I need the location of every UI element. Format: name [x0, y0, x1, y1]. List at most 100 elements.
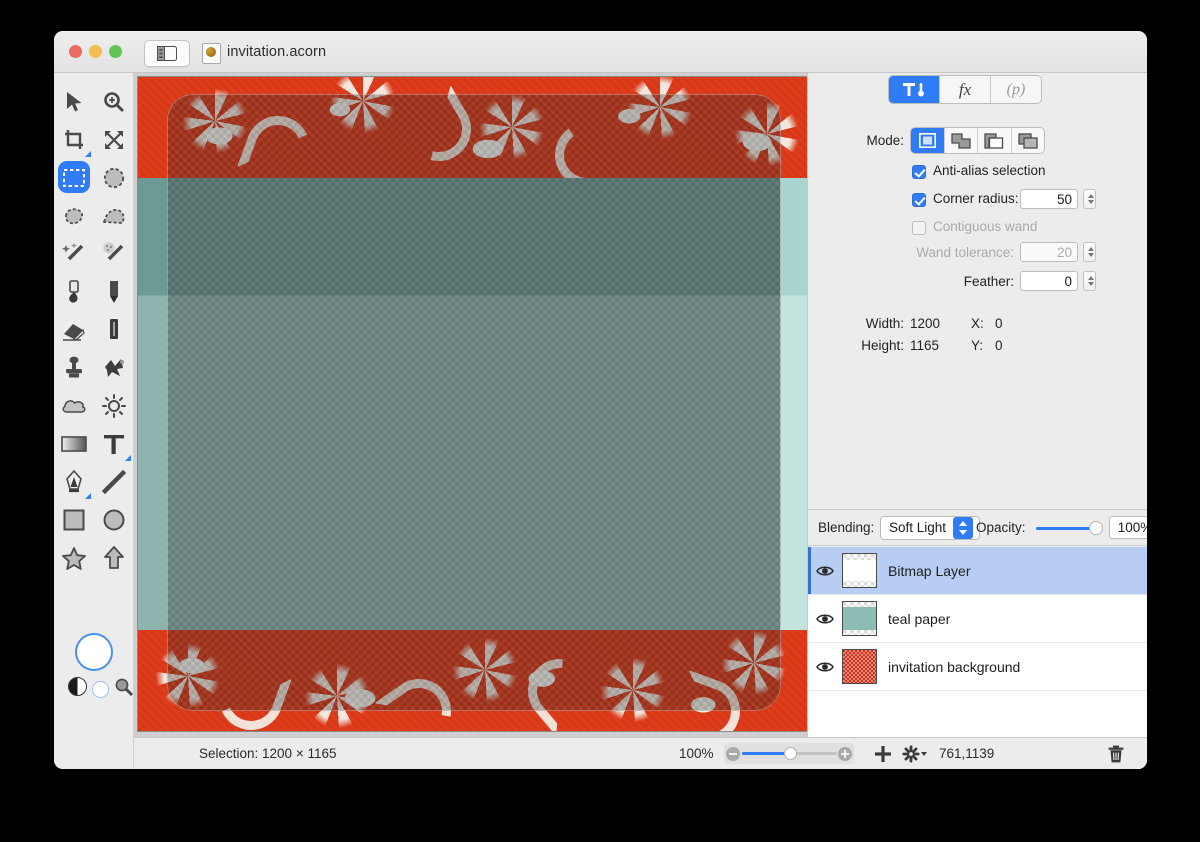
add-layer-button[interactable]	[874, 745, 892, 763]
corner-radius-checkbox[interactable]	[912, 193, 926, 207]
arrow-shape-tool[interactable]	[94, 539, 134, 577]
layer-name[interactable]: invitation background	[888, 659, 1020, 675]
layer-name[interactable]: teal paper	[888, 611, 950, 627]
close-button[interactable]	[69, 45, 82, 58]
width-label: Width:	[865, 316, 904, 331]
selection-mode-segmented-control	[910, 127, 1045, 154]
title-bar: invitation.acorn	[54, 31, 1147, 73]
move-tool[interactable]	[54, 83, 94, 121]
chevron-updown-icon[interactable]	[953, 517, 973, 539]
rectangle-shape-tool[interactable]	[54, 501, 94, 539]
star-shape-tool[interactable]	[54, 539, 94, 577]
opacity-slider[interactable]	[1036, 527, 1094, 530]
minimize-button[interactable]	[89, 45, 102, 58]
blur-tool[interactable]	[54, 387, 94, 425]
corner-radius-stepper[interactable]	[1083, 189, 1096, 209]
plus-icon	[875, 746, 891, 762]
contiguous-wand-checkbox[interactable]	[912, 221, 926, 235]
selection-marquee-overlay[interactable]	[166, 94, 782, 712]
instant-alpha-tool[interactable]	[94, 235, 134, 273]
tab-tool-options[interactable]	[889, 76, 940, 103]
ellipse-select-tool[interactable]	[94, 159, 134, 197]
smudge-icon	[101, 355, 127, 381]
brush-tool[interactable]	[94, 311, 134, 349]
subtract-selection-mode-button[interactable]	[978, 128, 1012, 153]
swap-colors-icon[interactable]	[68, 677, 87, 696]
sidebar-toggle-button[interactable]	[144, 40, 190, 67]
pencil-icon	[101, 279, 127, 305]
ellipse-shape-tool[interactable]	[94, 501, 134, 539]
canvas-scroll-view[interactable]	[134, 73, 807, 737]
layer-visibility-toggle[interactable]	[808, 565, 842, 577]
intersect-selection-mode-button[interactable]	[1012, 128, 1045, 153]
background-color-well[interactable]	[92, 681, 109, 698]
layer-thumbnail[interactable]	[842, 553, 877, 588]
layer-name[interactable]: Bitmap Layer	[888, 563, 970, 579]
layer-actions-menu-button[interactable]	[902, 745, 930, 763]
canvas-layer-teal-edge-right	[780, 178, 807, 630]
rectangle-select-tool[interactable]	[54, 159, 94, 197]
antialias-checkbox[interactable]	[912, 165, 926, 179]
pencil-tool[interactable]	[94, 273, 134, 311]
opacity-value-input[interactable]: 100%	[1109, 516, 1147, 539]
layer-thumbnail[interactable]	[842, 649, 877, 684]
layer-row[interactable]: teal paper	[808, 595, 1147, 643]
gradient-tool[interactable]	[54, 425, 94, 463]
mode-label: Mode:	[866, 133, 904, 148]
dodge-tool[interactable]	[94, 387, 134, 425]
brush-icon	[101, 317, 127, 343]
foreground-color-well[interactable]	[75, 633, 113, 671]
zoom-in-button[interactable]	[838, 747, 852, 761]
corner-radius-input[interactable]: 50	[1020, 189, 1078, 209]
document-title: invitation.acorn	[227, 44, 327, 60]
crop-tool[interactable]	[54, 121, 94, 159]
marquee-ellipse-icon	[101, 165, 127, 191]
tab-filters[interactable]: fx	[940, 76, 991, 103]
color-picker-magnifier-icon[interactable]	[114, 677, 134, 697]
layer-visibility-toggle[interactable]	[808, 661, 842, 673]
tool-submenu-indicator[interactable]	[85, 493, 91, 499]
y-label: Y:	[971, 338, 984, 353]
magic-wand-tool[interactable]	[54, 235, 94, 273]
cursor-coordinates-text: 761,1139	[939, 746, 995, 761]
tool-wrench-icon	[903, 83, 924, 97]
tool-submenu-indicator[interactable]	[125, 455, 131, 461]
palette-label: (p)	[1006, 80, 1026, 98]
eraser-tool[interactable]	[54, 311, 94, 349]
text-tool[interactable]	[94, 425, 134, 463]
delete-layer-button[interactable]	[1107, 745, 1125, 763]
add-selection-mode-button[interactable]	[945, 128, 978, 153]
sun-dodge-icon	[101, 393, 127, 419]
transform-tool[interactable]	[94, 121, 134, 159]
canvas-area[interactable]	[134, 73, 807, 737]
artboard[interactable]	[138, 77, 807, 731]
maximize-button[interactable]	[109, 45, 122, 58]
pen-tool[interactable]	[54, 463, 94, 501]
smudge-tool[interactable]	[94, 349, 134, 387]
tab-palette[interactable]: (p)	[991, 76, 1041, 103]
tool-submenu-indicator[interactable]	[85, 151, 91, 157]
feather-input[interactable]: 0	[1020, 271, 1078, 291]
line-tool[interactable]	[94, 463, 134, 501]
gear-chevron-icon	[902, 745, 927, 763]
clone-stamp-icon	[61, 355, 87, 381]
layer-row[interactable]: Bitmap Layer	[808, 547, 1147, 595]
polygon-lasso-tool[interactable]	[94, 197, 134, 235]
layer-row[interactable]: invitation background	[808, 643, 1147, 691]
zoom-slider-knob[interactable]	[784, 747, 797, 760]
inspector-panel: fx (p) Mode: Anti-alias selection Corner…	[807, 73, 1147, 769]
zoom-slider[interactable]	[724, 743, 854, 764]
magic-wand-icon	[61, 241, 87, 267]
lasso-tool[interactable]	[54, 197, 94, 235]
zoom-tool[interactable]	[94, 83, 134, 121]
paint-bucket-tool[interactable]	[54, 273, 94, 311]
layer-visibility-toggle[interactable]	[808, 613, 842, 625]
clone-stamp-tool[interactable]	[54, 349, 94, 387]
arrow-cursor-icon	[61, 89, 87, 115]
opacity-slider-knob[interactable]	[1089, 521, 1103, 535]
feather-stepper[interactable]	[1083, 271, 1096, 291]
layer-thumbnail[interactable]	[842, 601, 877, 636]
blending-label: Blending:	[818, 520, 875, 535]
zoom-out-button[interactable]	[726, 747, 740, 761]
new-selection-mode-button[interactable]	[911, 128, 945, 153]
